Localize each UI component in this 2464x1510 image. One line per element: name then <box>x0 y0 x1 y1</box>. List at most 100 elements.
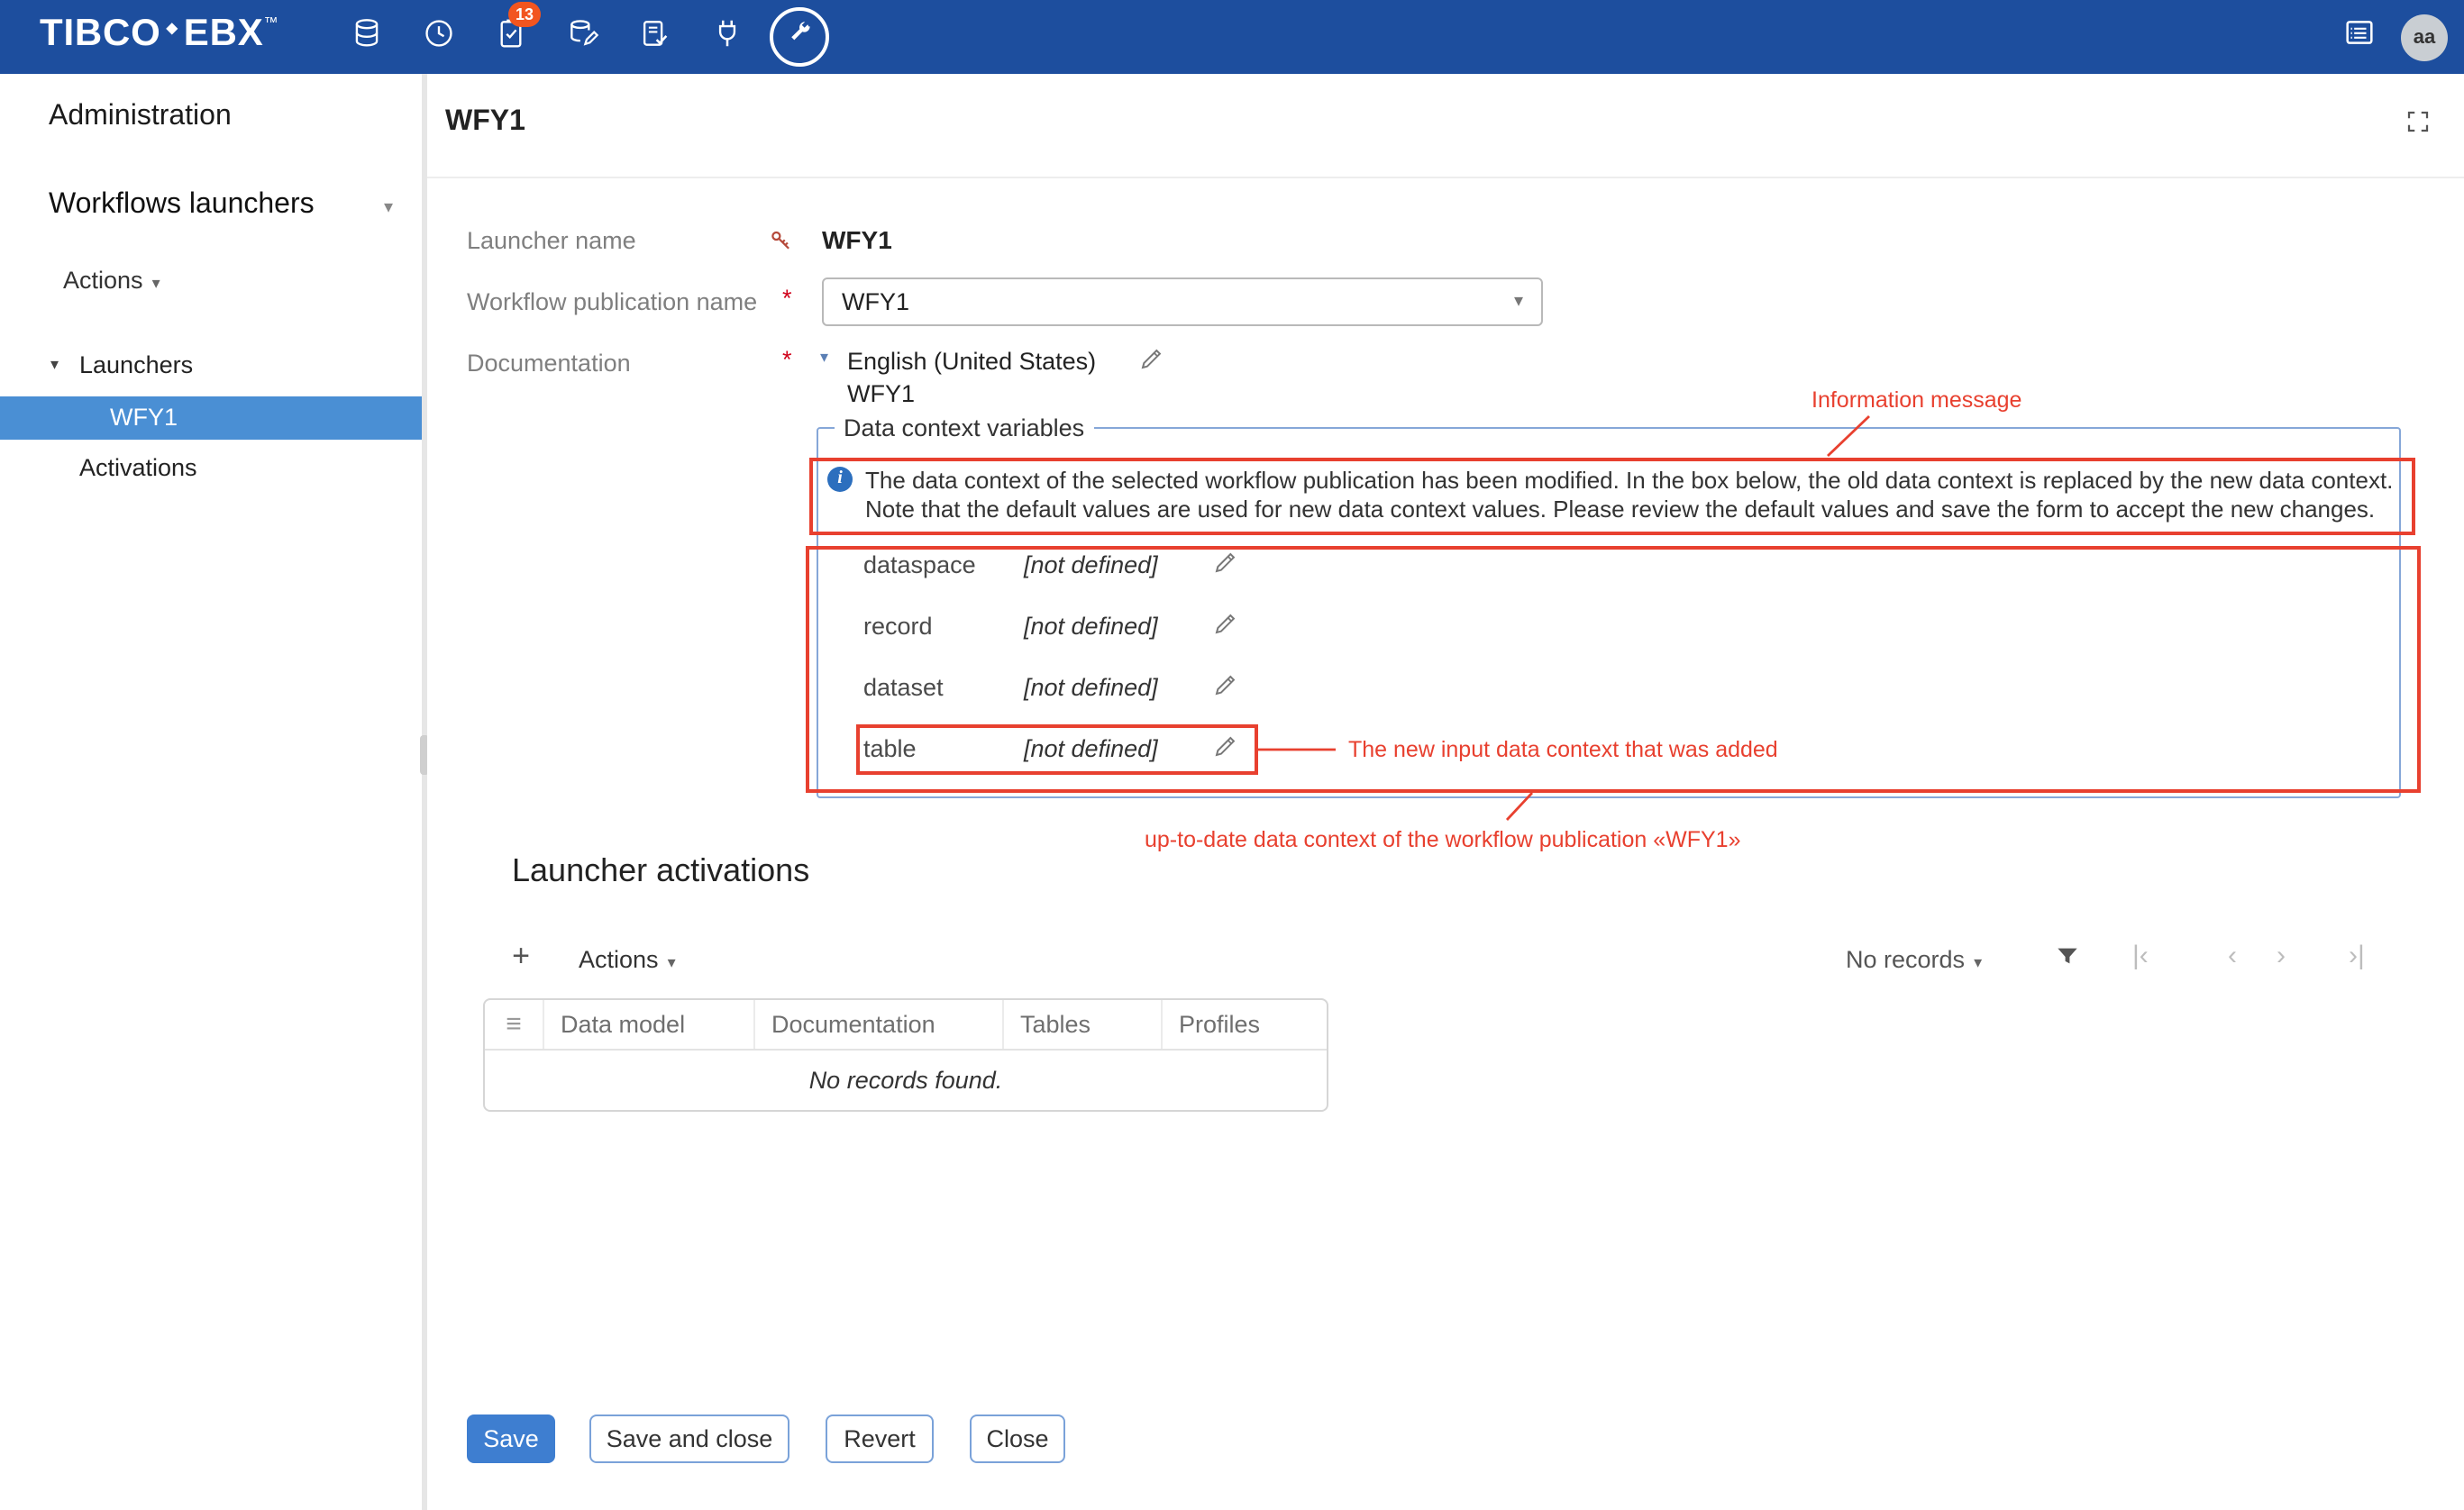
data-modeling-button[interactable] <box>546 0 618 74</box>
main-header: WFY1 <box>427 74 2464 178</box>
wrench-icon <box>783 17 814 57</box>
sidebar-actions-label: Actions <box>63 267 143 294</box>
filter-funnel-icon <box>2053 948 2082 978</box>
topbar-nav: 13 <box>330 0 835 74</box>
brand-ebx: EBX <box>184 13 264 54</box>
tree-expand-icon[interactable]: ▾ <box>50 355 59 375</box>
edit-dataset-button[interactable] <box>1211 670 1240 708</box>
primary-key-icon <box>768 227 795 263</box>
administration-menu-button[interactable] <box>762 0 835 74</box>
annotation-info-message: Information message <box>1811 387 2021 413</box>
column-header-profiles[interactable]: Profiles <box>1161 1000 1327 1049</box>
documentation-value: WFY1 <box>847 380 915 407</box>
save-and-close-button[interactable]: Save and close <box>589 1414 789 1463</box>
data-context-legend: Data context variables <box>835 414 1093 441</box>
tasks-badge: 13 <box>508 2 541 27</box>
records-count-label: No records <box>1846 946 1965 973</box>
brand-tibco: TIBCO <box>40 13 161 54</box>
add-activation-button[interactable]: + <box>503 939 539 975</box>
screen: TIBCO◆EBX™ 13 <box>0 0 2464 1510</box>
first-page-button[interactable]: |‹ <box>2132 941 2149 971</box>
column-header-tables[interactable]: Tables <box>1002 1000 1161 1049</box>
chevron-down-icon[interactable]: ▾ <box>384 198 393 218</box>
sidebar-item-wfy1-selected[interactable]: WFY1 <box>0 396 422 440</box>
save-button[interactable]: Save <box>467 1414 555 1463</box>
plug-icon <box>709 15 744 59</box>
variable-name-dataset: dataset <box>863 674 944 701</box>
sidebar: Administration Workflows launchers ▾ Act… <box>0 74 422 1510</box>
column-header-documentation[interactable]: Documentation <box>753 1000 1002 1049</box>
pencil-icon <box>1211 676 1240 706</box>
main-panel: WFY1 Launcher name WFY1 Workflow publica… <box>427 74 2464 1510</box>
info-icon: i <box>827 467 853 492</box>
info-message-line2: Note that the default values are used fo… <box>865 495 2397 523</box>
collapse-icon[interactable]: ▾ <box>820 348 828 368</box>
variable-name-table: table <box>863 735 917 762</box>
pencil-icon <box>1211 553 1240 584</box>
chevron-down-icon: ▾ <box>152 274 160 292</box>
tasks-menu-button[interactable]: 13 <box>474 0 546 74</box>
required-marker: * <box>782 346 792 373</box>
sidebar-title: Administration <box>49 101 232 133</box>
fullscreen-icon <box>2405 112 2432 142</box>
records-count-dropdown[interactable]: No records ▾ <box>1846 946 1982 973</box>
sidebar-item-launchers[interactable]: Launchers <box>79 351 193 378</box>
launcher-name-value: WFY1 <box>822 225 892 254</box>
topbar: TIBCO◆EBX™ 13 <box>0 0 2464 74</box>
integration-menu-button[interactable] <box>690 0 762 74</box>
launcher-activations-title: Launcher activations <box>512 852 809 890</box>
records-list-icon <box>2341 27 2377 58</box>
next-page-button[interactable]: › <box>2277 941 2286 971</box>
annotation-up-to-date: up-to-date data context of the workflow … <box>1145 827 1741 852</box>
database-edit-icon <box>565 15 599 59</box>
last-page-button[interactable]: ›| <box>2349 941 2365 971</box>
activations-actions-dropdown[interactable]: Actions ▾ <box>579 946 676 973</box>
sidebar-actions-dropdown[interactable]: Actions ▾ <box>63 267 160 294</box>
info-message-line1: The data context of the selected workflo… <box>865 467 2397 495</box>
pencil-icon <box>1211 737 1240 768</box>
info-message-text: The data context of the selected workflo… <box>865 467 2397 523</box>
tibco-ebx-logo: TIBCO◆EBX™ <box>40 13 278 56</box>
tibco-diamond-icon: ◆ <box>167 20 178 36</box>
history-menu-button[interactable] <box>402 0 474 74</box>
user-avatar[interactable]: aa <box>2401 14 2448 60</box>
launcher-name-label: Launcher name <box>467 227 636 254</box>
database-icon <box>349 15 383 59</box>
publication-select-value: WFY1 <box>842 288 909 315</box>
records-list-button[interactable] <box>2341 14 2377 59</box>
ebx-app-window: TIBCO◆EBX™ 13 <box>0 0 2464 1510</box>
topbar-right: aa <box>2341 0 2448 74</box>
chevron-down-icon: ▾ <box>1974 953 1982 971</box>
edit-record-button[interactable] <box>1211 609 1240 647</box>
variable-name-record: record <box>863 613 933 640</box>
column-header-data-model[interactable]: Data model <box>543 1000 753 1049</box>
hamburger-icon[interactable]: ≡ <box>485 1000 543 1049</box>
required-marker: * <box>782 285 792 312</box>
workflow-menu-button[interactable] <box>618 0 690 74</box>
sidebar-section-workflows-launchers[interactable]: Workflows launchers <box>49 189 315 222</box>
data-menu-button[interactable] <box>330 0 402 74</box>
filter-button[interactable] <box>2053 942 2082 971</box>
edit-documentation-button[interactable] <box>1137 344 1166 382</box>
annotation-new-input: The new input data context that was adde… <box>1348 737 1778 762</box>
fullscreen-button[interactable] <box>2405 108 2433 137</box>
pencil-icon <box>1137 350 1166 380</box>
edit-dataspace-button[interactable] <box>1211 548 1240 586</box>
empty-table-message: No records found. <box>485 1051 1327 1110</box>
variable-value-record: [not defined] <box>1024 613 1158 640</box>
revert-button[interactable]: Revert <box>826 1414 934 1463</box>
documentation-label: Documentation <box>467 350 631 377</box>
clock-icon <box>421 15 455 59</box>
edit-table-button[interactable] <box>1211 732 1240 769</box>
publication-label: Workflow publication name <box>467 288 757 315</box>
prev-page-button[interactable]: ‹ <box>2228 941 2237 971</box>
chevron-down-icon: ▾ <box>668 953 676 971</box>
sidebar-item-activations[interactable]: Activations <box>79 454 197 481</box>
variable-value-dataset: [not defined] <box>1024 674 1158 701</box>
activations-actions-label: Actions <box>579 946 659 973</box>
close-button[interactable]: Close <box>970 1414 1065 1463</box>
variable-value-table: [not defined] <box>1024 735 1158 762</box>
publication-select[interactable]: WFY1 ▾ <box>822 277 1543 326</box>
variable-name-dataspace: dataspace <box>863 551 976 578</box>
chevron-down-icon: ▾ <box>1514 279 1523 324</box>
